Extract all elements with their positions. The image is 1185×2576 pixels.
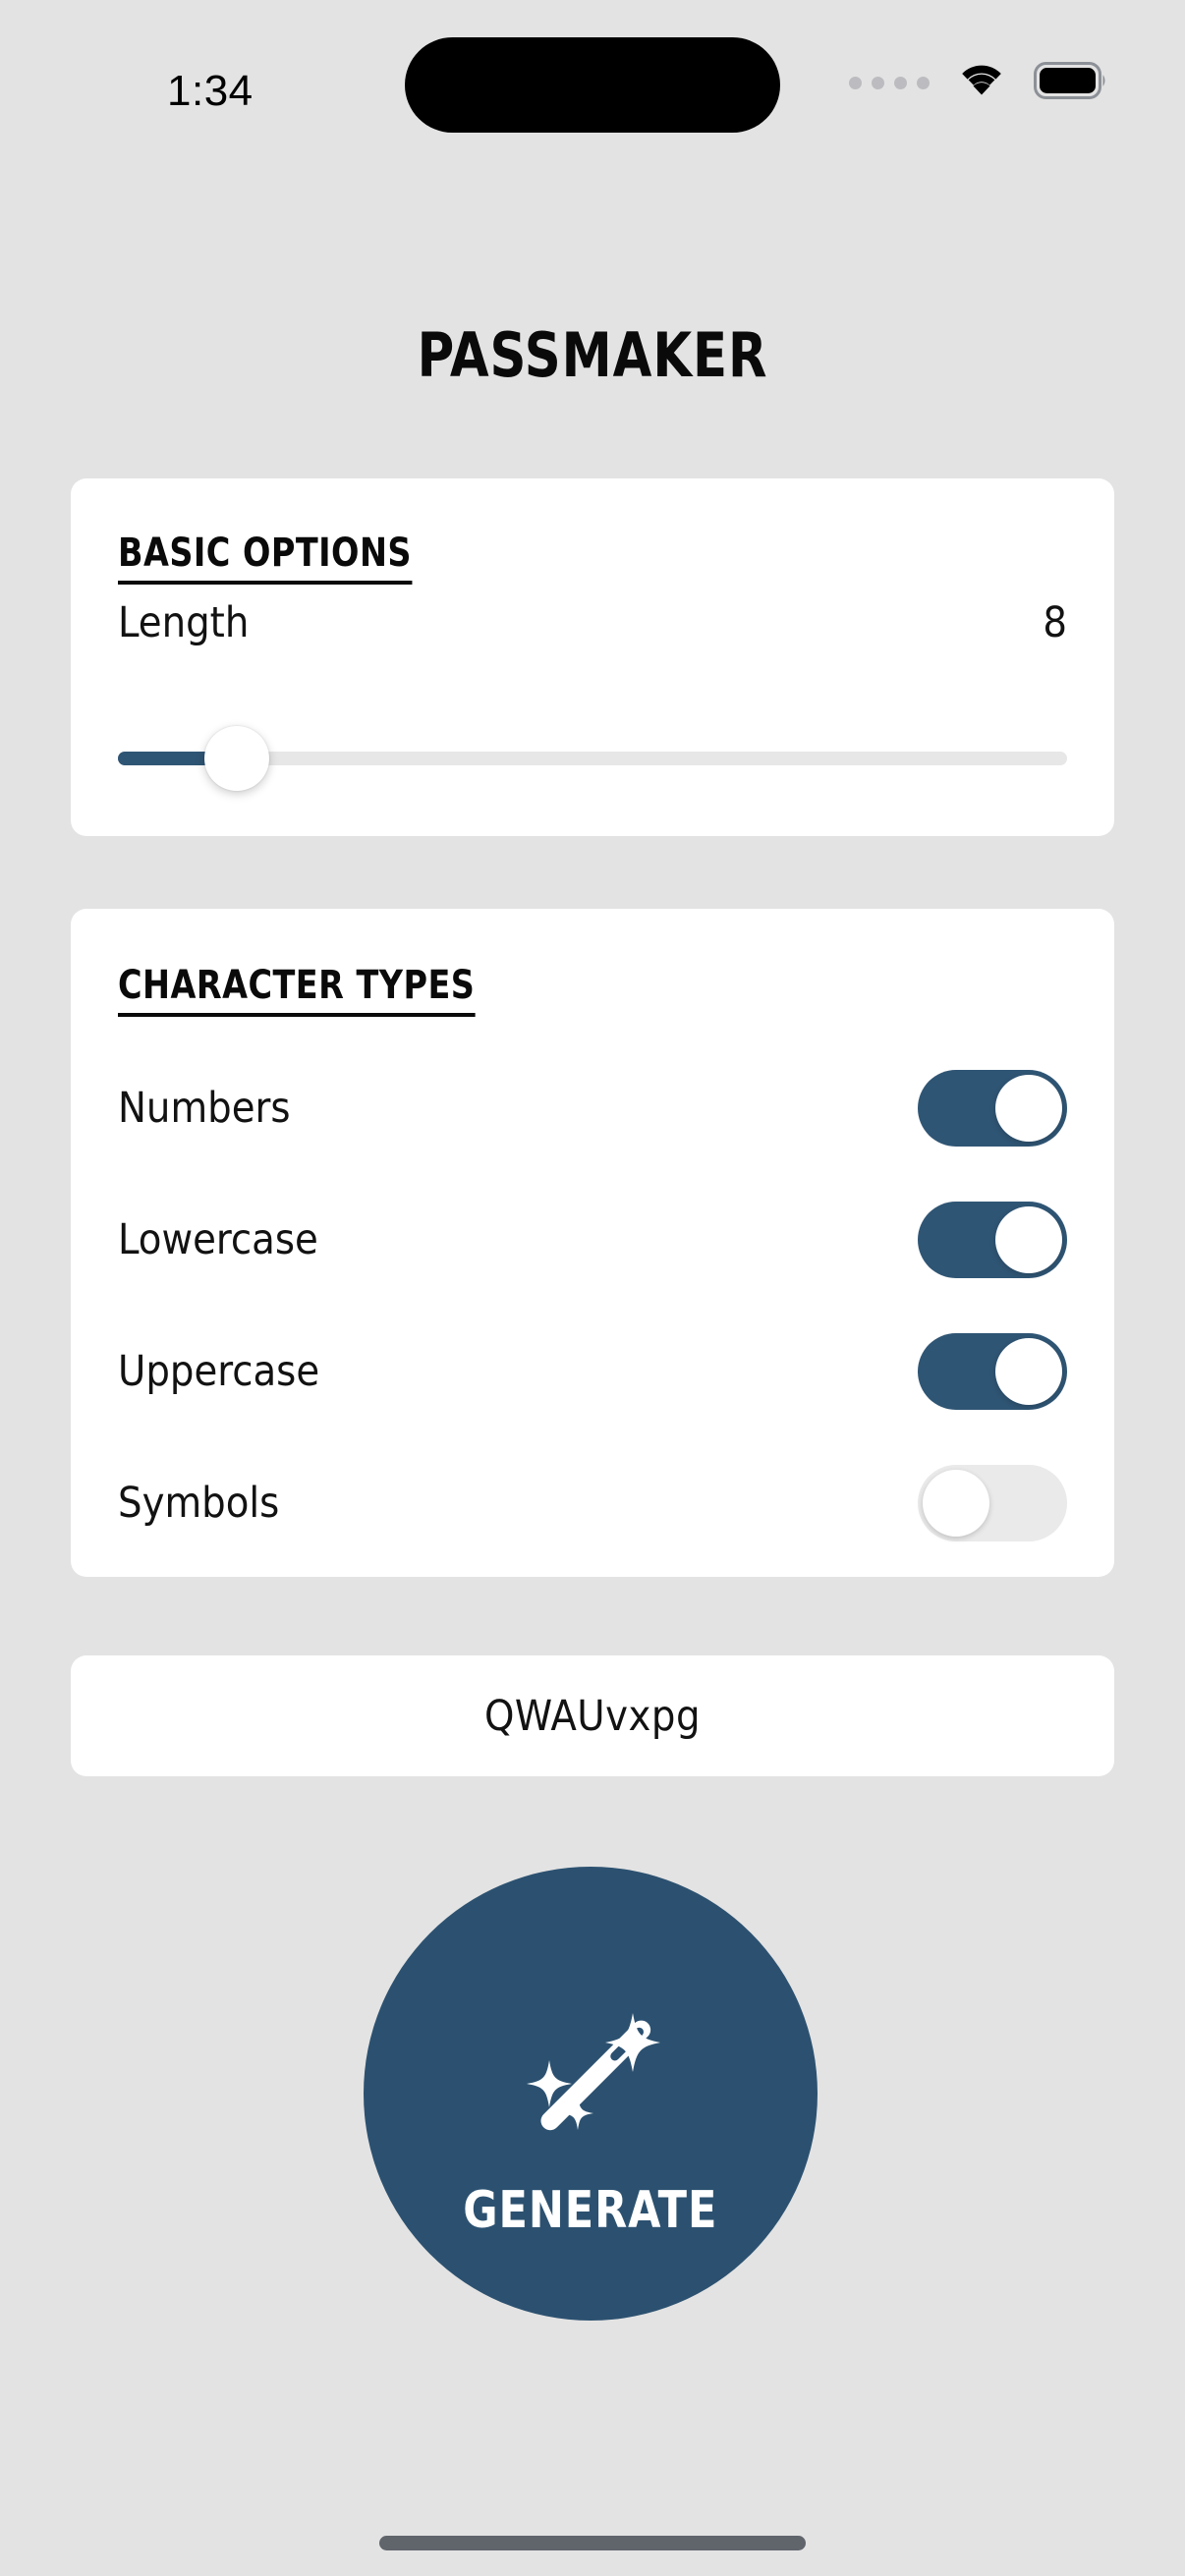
character-type-row-uppercase[interactable]: Uppercase (118, 1332, 1067, 1411)
basic-options-heading: BASIC OPTIONS (118, 531, 412, 585)
length-slider[interactable] (118, 714, 1067, 803)
character-type-row-symbols[interactable]: Symbols (118, 1464, 1067, 1542)
toggle-knob (995, 1075, 1062, 1142)
signal-dots-icon (849, 77, 930, 89)
toggle-uppercase[interactable] (918, 1333, 1067, 1410)
basic-options-card: BASIC OPTIONS Length 8 (71, 478, 1114, 836)
magic-wand-icon (492, 1991, 689, 2171)
status-bar: 1:34 (0, 0, 1185, 157)
character-type-label-numbers: Numbers (118, 1084, 291, 1133)
length-label: Length (118, 598, 250, 647)
character-type-label-uppercase: Uppercase (118, 1347, 320, 1396)
length-row: Length 8 (118, 598, 1067, 647)
toggle-lowercase[interactable] (918, 1202, 1067, 1278)
page-title: PASSMAKER (417, 319, 768, 391)
character-types-card: CHARACTER TYPES Numbers Lowercase Upperc… (71, 909, 1114, 1577)
character-type-label-symbols: Symbols (118, 1479, 280, 1528)
toggle-knob (995, 1338, 1062, 1405)
battery-full-icon (1034, 62, 1108, 104)
generated-password: QWAUvxpg (483, 1691, 702, 1741)
toggle-numbers[interactable] (918, 1070, 1067, 1147)
dynamic-island (405, 37, 780, 133)
status-time: 1:34 (167, 67, 254, 115)
toggle-knob (923, 1470, 989, 1537)
character-type-row-lowercase[interactable]: Lowercase (118, 1201, 1067, 1279)
slider-thumb[interactable] (204, 726, 269, 791)
status-icons (849, 61, 1108, 105)
generate-button-label: GENERATE (463, 2180, 718, 2240)
toggle-symbols[interactable] (918, 1465, 1067, 1541)
character-type-row-numbers[interactable]: Numbers (118, 1069, 1067, 1148)
length-value: 8 (1043, 598, 1067, 647)
app-screen: 1:34 PASSMAKER BASIC OPTIONS Length 8 CH… (0, 0, 1185, 2576)
character-types-heading: CHARACTER TYPES (118, 963, 476, 1017)
character-type-label-lowercase: Lowercase (118, 1215, 318, 1264)
home-indicator (379, 2536, 806, 2550)
toggle-knob (995, 1206, 1062, 1273)
generate-button[interactable]: GENERATE (364, 1867, 818, 2321)
password-output-card[interactable]: QWAUvxpg (71, 1655, 1114, 1776)
wifi-icon (955, 61, 1008, 105)
